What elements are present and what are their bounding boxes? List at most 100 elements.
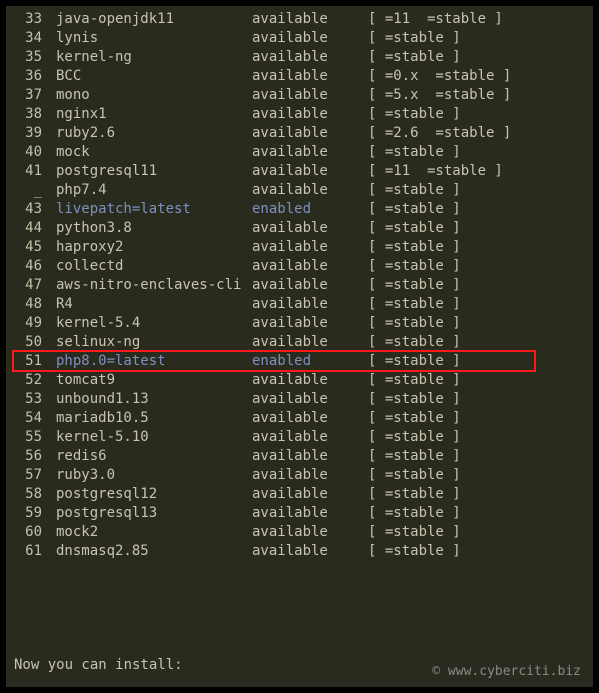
package-status: available <box>252 67 368 86</box>
package-row: 39 ruby2.6available[ =2.6 =stable ] <box>14 124 585 143</box>
spacer <box>42 162 56 181</box>
spacer <box>42 409 56 428</box>
package-row: 49 kernel-5.4available[ =stable ] <box>14 314 585 333</box>
image-frame: 33 java-openjdk11available[ =11 =stable … <box>0 0 599 693</box>
spacer <box>42 48 56 67</box>
package-status: available <box>252 466 368 485</box>
package-row: 61 dnsmasq2.85available[ =stable ] <box>14 542 585 561</box>
package-name: kernel-ng <box>56 48 252 67</box>
package-version: [ =stable ] <box>368 181 585 200</box>
package-status: available <box>252 276 368 295</box>
package-status: available <box>252 219 368 238</box>
spacer <box>42 181 56 200</box>
package-row: 58 postgresql12available[ =stable ] <box>14 485 585 504</box>
spacer <box>42 86 56 105</box>
package-status: available <box>252 428 368 447</box>
line-number: 56 <box>14 447 42 466</box>
package-row: 43 livepatch=latestenabled[ =stable ] <box>14 200 585 219</box>
package-status: available <box>252 333 368 352</box>
package-name: selinux-ng <box>56 333 252 352</box>
spacer <box>42 219 56 238</box>
package-version: [ =stable ] <box>368 428 585 447</box>
package-row: 36 BCCavailable[ =0.x =stable ] <box>14 67 585 86</box>
package-version: [ =stable ] <box>368 105 585 124</box>
package-name: php8.0=latest <box>56 352 252 371</box>
package-version: [ =11 =stable ] <box>368 10 585 29</box>
package-status: available <box>252 124 368 143</box>
spacer <box>42 238 56 257</box>
package-status: available <box>252 447 368 466</box>
spacer <box>42 29 56 48</box>
package-row: 33 java-openjdk11available[ =11 =stable … <box>14 10 585 29</box>
spacer <box>42 333 56 352</box>
package-name: aws-nitro-enclaves-cli <box>56 276 252 295</box>
package-row: 56 redis6available[ =stable ] <box>14 447 585 466</box>
package-row: 54 mariadb10.5available[ =stable ] <box>14 409 585 428</box>
package-name: mock2 <box>56 523 252 542</box>
blank-line <box>14 599 585 618</box>
package-name: collectd <box>56 257 252 276</box>
package-row: 46 collectdavailable[ =stable ] <box>14 257 585 276</box>
package-row: 38 nginx1available[ =stable ] <box>14 105 585 124</box>
package-status: available <box>252 48 368 67</box>
package-row: 55 kernel-5.10available[ =stable ] <box>14 428 585 447</box>
spacer <box>42 67 56 86</box>
package-name: kernel-5.10 <box>56 428 252 447</box>
line-number: 51 <box>14 352 42 371</box>
package-status: available <box>252 371 368 390</box>
line-number: 58 <box>14 485 42 504</box>
package-name: livepatch=latest <box>56 200 252 219</box>
line-number: 45 <box>14 238 42 257</box>
package-row: 35 kernel-ngavailable[ =stable ] <box>14 48 585 67</box>
line-number: 33 <box>14 10 42 29</box>
package-version: [ =stable ] <box>368 390 585 409</box>
package-row: 60 mock2available[ =stable ] <box>14 523 585 542</box>
spacer <box>42 257 56 276</box>
package-status: available <box>252 409 368 428</box>
package-version: [ =stable ] <box>368 466 585 485</box>
package-status: available <box>252 86 368 105</box>
package-name: tomcat9 <box>56 371 252 390</box>
package-name: nginx1 <box>56 105 252 124</box>
package-version: [ =stable ] <box>368 314 585 333</box>
package-row: 34 lynisavailable[ =stable ] <box>14 29 585 48</box>
spacer <box>42 124 56 143</box>
line-number: 37 <box>14 86 42 105</box>
package-version: [ =stable ] <box>368 29 585 48</box>
package-name: mock <box>56 143 252 162</box>
package-row: _ php7.4available[ =stable ] <box>14 181 585 200</box>
package-version: [ =stable ] <box>368 504 585 523</box>
package-status: available <box>252 295 368 314</box>
spacer <box>42 105 56 124</box>
terminal-footer: Now you can install: # yum clean metadat… <box>6 561 593 687</box>
package-status: available <box>252 257 368 276</box>
package-row: 50 selinux-ngavailable[ =stable ] <box>14 333 585 352</box>
package-status: available <box>252 504 368 523</box>
package-version: [ =stable ] <box>368 371 585 390</box>
package-name: ruby2.6 <box>56 124 252 143</box>
spacer <box>42 314 56 333</box>
package-row: 48 R4available[ =stable ] <box>14 295 585 314</box>
line-number: 59 <box>14 504 42 523</box>
line-number: 52 <box>14 371 42 390</box>
package-name: lynis <box>56 29 252 48</box>
package-row: 45 haproxy2available[ =stable ] <box>14 238 585 257</box>
package-version: [ =stable ] <box>368 542 585 561</box>
package-version: [ =stable ] <box>368 447 585 466</box>
install-message: Now you can install: <box>14 656 585 675</box>
package-row: 47 aws-nitro-enclaves-cliavailable[ =sta… <box>14 276 585 295</box>
package-name: php7.4 <box>56 181 252 200</box>
spacer <box>42 10 56 29</box>
package-row: 53 unbound1.13available[ =stable ] <box>14 390 585 409</box>
package-status: available <box>252 523 368 542</box>
line-number: 46 <box>14 257 42 276</box>
package-status: available <box>252 143 368 162</box>
package-version: [ =0.x =stable ] <box>368 67 585 86</box>
spacer <box>42 200 56 219</box>
package-status: enabled <box>252 200 368 219</box>
package-name: dnsmasq2.85 <box>56 542 252 561</box>
package-status: available <box>252 29 368 48</box>
terminal-window[interactable]: 33 java-openjdk11available[ =11 =stable … <box>6 6 593 687</box>
package-row: 37 monoavailable[ =5.x =stable ] <box>14 86 585 105</box>
package-name: mono <box>56 86 252 105</box>
